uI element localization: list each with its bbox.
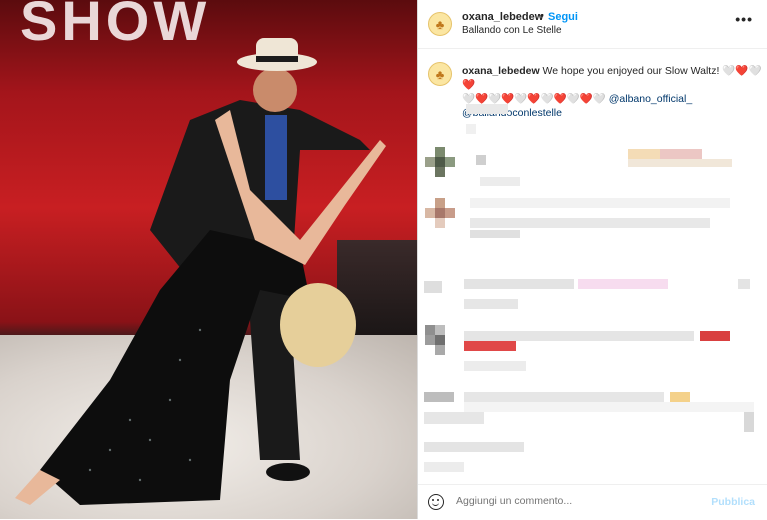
avatar[interactable] <box>425 325 455 355</box>
blur-block <box>466 124 476 134</box>
timestamp-blur <box>466 104 508 114</box>
teddy-icon: ♣ <box>435 66 445 82</box>
list-item <box>418 390 767 472</box>
caption-username[interactable]: oxana_lebedew <box>462 65 540 77</box>
caption-body: We hope you enjoyed our Slow Waltz! <box>539 65 723 77</box>
list-item <box>418 277 767 329</box>
avatar[interactable]: ♣ <box>428 12 452 36</box>
list-item <box>418 145 767 197</box>
separator-dot: • <box>540 10 544 22</box>
emoji-icon[interactable] <box>428 494 444 510</box>
username-link[interactable]: oxana_lebedew <box>462 11 543 23</box>
list-item <box>418 196 767 248</box>
follow-button[interactable]: Segui <box>548 11 578 23</box>
avatar[interactable] <box>425 147 455 177</box>
comment-bar: Pubblica <box>418 484 767 520</box>
post-header: ♣ oxana_lebedew • Segui Ballando con Le … <box>418 0 767 49</box>
post-side-panel: ♣ oxana_lebedew • Segui Ballando con Le … <box>418 0 767 519</box>
publish-button[interactable]: Pubblica <box>711 496 755 508</box>
teddy-icon: ♣ <box>435 16 445 32</box>
mention-albano[interactable]: @albano_official_ <box>609 93 692 105</box>
list-item <box>418 325 767 377</box>
comment-input[interactable] <box>456 495 696 507</box>
more-options-icon[interactable]: ••• <box>735 11 753 27</box>
post-photo[interactable]: SHOW <box>0 0 417 519</box>
caption-avatar[interactable]: ♣ <box>428 62 452 86</box>
dancers-illustration <box>15 38 386 505</box>
location-link[interactable]: Ballando con Le Stelle <box>462 25 562 36</box>
avatar[interactable] <box>425 198 455 228</box>
